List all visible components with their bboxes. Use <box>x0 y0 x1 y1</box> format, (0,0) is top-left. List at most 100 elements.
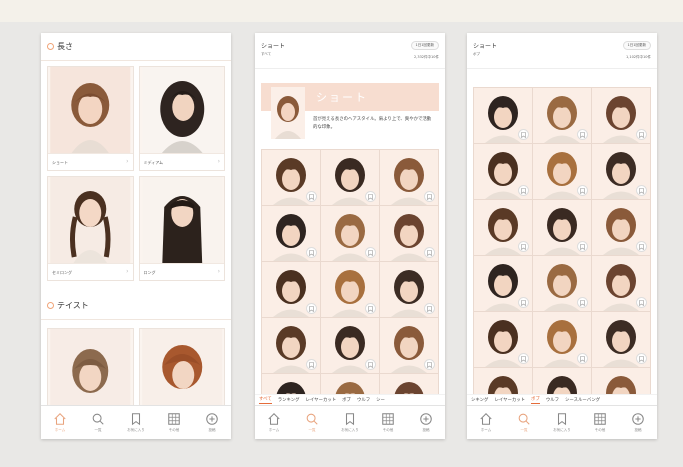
bookmark-icon <box>557 413 567 426</box>
bookmark-button[interactable] <box>518 129 529 140</box>
bookmark-button[interactable] <box>424 191 435 202</box>
bookmark-button[interactable] <box>365 359 376 370</box>
filter-tab-all[interactable]: すべて <box>259 396 272 404</box>
hairstyle-tile[interactable] <box>474 312 532 367</box>
tab-label-other: その他 <box>382 428 394 432</box>
bookmark-button[interactable] <box>424 303 435 314</box>
bookmark-button[interactable] <box>306 303 317 314</box>
tab-post[interactable]: 投稿 <box>408 412 444 433</box>
bookmark-button[interactable] <box>577 353 588 364</box>
filter-tab-layer-cut[interactable]: レイヤーカット <box>306 397 337 403</box>
tab-home[interactable]: ホーム <box>468 412 504 433</box>
category-card-long[interactable]: ロング › <box>138 176 225 281</box>
bookmark-button[interactable] <box>365 303 376 314</box>
hairstyle-tile[interactable] <box>321 150 379 205</box>
bookmark-icon <box>521 299 526 306</box>
bookmark-button[interactable] <box>365 247 376 258</box>
hairstyle-tile[interactable] <box>321 206 379 261</box>
hairstyle-tile[interactable] <box>321 262 379 317</box>
bookmark-button[interactable] <box>306 247 317 258</box>
plus-icon <box>632 413 644 425</box>
bookmark-button[interactable] <box>636 353 647 364</box>
hairstyle-tile[interactable] <box>592 312 650 367</box>
bookmark-button[interactable] <box>424 247 435 258</box>
category-card-semilong[interactable]: セミロング › <box>47 176 134 281</box>
tab-list[interactable]: 一覧 <box>506 412 542 433</box>
hairstyle-tile[interactable] <box>474 256 532 311</box>
hairstyle-tile[interactable] <box>592 144 650 199</box>
bookmark-button[interactable] <box>424 359 435 370</box>
hairstyle-tile[interactable] <box>262 206 320 261</box>
hairstyle-tile[interactable] <box>533 256 591 311</box>
bookmark-button[interactable] <box>518 297 529 308</box>
bookmark-button[interactable] <box>636 185 647 196</box>
tab-home[interactable]: ホーム <box>42 412 78 433</box>
tab-other[interactable]: その他 <box>582 412 618 433</box>
filter-tab-see-through-bangs[interactable]: シースルーバング <box>565 397 600 403</box>
tab-home[interactable]: ホーム <box>256 412 292 433</box>
hairstyle-tile[interactable] <box>592 88 650 143</box>
hairstyle-tile[interactable] <box>474 144 532 199</box>
tab-favorites[interactable]: お気に入り <box>332 412 368 433</box>
bookmark-button[interactable] <box>365 191 376 202</box>
hairstyle-tile[interactable] <box>262 150 320 205</box>
bookmark-icon <box>309 193 314 200</box>
tab-favorites[interactable]: お気に入り <box>544 412 580 433</box>
tab-post[interactable]: 投稿 <box>194 412 230 433</box>
hairstyle-tile[interactable] <box>474 88 532 143</box>
filter-tab-bob[interactable]: ボブ <box>342 397 351 403</box>
taste-card[interactable] <box>47 328 134 405</box>
bookmark-button[interactable] <box>306 359 317 370</box>
hairstyle-tile[interactable] <box>321 318 379 373</box>
tab-other[interactable]: その他 <box>370 412 406 433</box>
tab-other[interactable]: その他 <box>156 412 192 433</box>
category-card-medium[interactable]: ミディアム › <box>138 66 225 171</box>
filter-tab-see[interactable]: シー <box>376 397 385 403</box>
bookmark-button[interactable] <box>577 297 588 308</box>
tab-list[interactable]: 一覧 <box>80 412 116 433</box>
category-card-short[interactable]: ショート › <box>47 66 134 171</box>
tab-list[interactable]: 一覧 <box>294 412 330 433</box>
hairstyle-tile[interactable] <box>262 318 320 373</box>
filter-tab-wolf[interactable]: ウルフ <box>546 397 559 403</box>
filter-tab-bob[interactable]: ボブ <box>531 396 540 404</box>
hairstyle-tile[interactable] <box>592 256 650 311</box>
bookmark-button[interactable] <box>636 129 647 140</box>
hairstyle-tile[interactable] <box>380 206 438 261</box>
hairstyle-tile[interactable] <box>533 144 591 199</box>
tab-post[interactable]: 投稿 <box>620 412 656 433</box>
bookmark-button[interactable] <box>577 129 588 140</box>
category-label-semilong: セミロング <box>48 263 133 280</box>
bookmark-icon <box>521 187 526 194</box>
bookmark-button[interactable] <box>518 353 529 364</box>
hairstyle-tile[interactable] <box>380 150 438 205</box>
bookmark-button[interactable] <box>636 297 647 308</box>
bookmark-button[interactable] <box>306 191 317 202</box>
hairstyle-tile[interactable] <box>533 312 591 367</box>
category-label-short: ショート <box>48 153 133 170</box>
section-title-taste: テイスト <box>57 301 89 310</box>
tab-bar: ホーム 一覧 お気に入り その他 投稿 <box>467 405 657 439</box>
hairstyle-tile[interactable] <box>380 262 438 317</box>
bookmark-button[interactable] <box>577 185 588 196</box>
hairstyle-tile[interactable] <box>474 200 532 255</box>
hairstyle-tile[interactable] <box>533 200 591 255</box>
bookmark-button[interactable] <box>518 241 529 252</box>
hairstyle-tile[interactable] <box>262 262 320 317</box>
phone-screen-categories: 長さ ショート › ミディアム › セミロング › ロング › テイスト ホーム… <box>41 33 231 439</box>
filter-tab-wolf[interactable]: ウルフ <box>357 397 370 403</box>
bookmark-button[interactable] <box>518 185 529 196</box>
filter-tab-ranking[interactable]: ランキング <box>278 397 300 403</box>
bookmark-button[interactable] <box>577 241 588 252</box>
plus-icon <box>420 413 432 425</box>
hairstyle-tile[interactable] <box>380 318 438 373</box>
tab-favorites[interactable]: お気に入り <box>118 412 154 433</box>
filter-tab-layer-cut[interactable]: レイヤーカット <box>494 397 525 403</box>
bookmark-icon <box>639 187 644 194</box>
tab-label-post: 投稿 <box>634 428 642 432</box>
hairstyle-tile[interactable] <box>533 88 591 143</box>
taste-card[interactable] <box>138 328 225 405</box>
hairstyle-tile[interactable] <box>592 200 650 255</box>
filter-tab-ranking[interactable]: シキング <box>471 397 488 403</box>
bookmark-button[interactable] <box>636 241 647 252</box>
